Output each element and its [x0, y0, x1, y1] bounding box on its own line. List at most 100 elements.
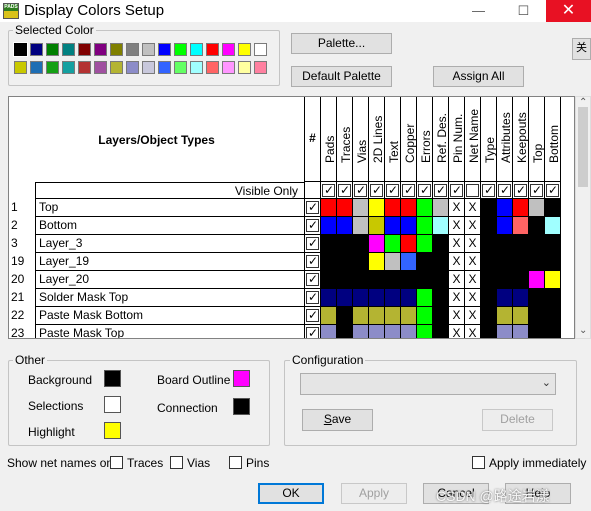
color-cell[interactable] — [337, 325, 353, 338]
visible-only-checkbox[interactable] — [498, 182, 511, 199]
color-cell[interactable] — [353, 325, 369, 338]
palette-swatch[interactable] — [238, 61, 251, 74]
highlight-color-swatch[interactable] — [104, 422, 121, 439]
vias-checkbox[interactable] — [170, 456, 183, 469]
color-cell[interactable] — [321, 217, 337, 235]
visible-only-checkbox[interactable] — [418, 182, 431, 199]
color-cell[interactable] — [513, 199, 529, 217]
color-cell[interactable] — [369, 289, 385, 307]
scroll-thumb[interactable] — [578, 107, 588, 187]
color-cell[interactable] — [529, 325, 545, 338]
color-cell[interactable] — [417, 253, 433, 271]
color-cell[interactable] — [481, 325, 497, 338]
palette-swatch[interactable] — [62, 61, 75, 74]
layer-name[interactable]: Paste Mask Top — [35, 325, 305, 338]
column-header[interactable]: Attributes — [497, 97, 513, 182]
color-cell[interactable] — [321, 235, 337, 253]
layer-name[interactable]: Layer_19 — [35, 253, 305, 271]
palette-swatch[interactable] — [110, 43, 123, 56]
color-cell[interactable]: X — [465, 235, 481, 253]
color-cell[interactable] — [385, 253, 401, 271]
color-cell[interactable]: X — [465, 325, 481, 338]
palette-swatch[interactable] — [254, 61, 267, 74]
color-cell[interactable] — [321, 289, 337, 307]
column-header[interactable]: Traces — [337, 97, 353, 182]
background-color-swatch[interactable] — [104, 370, 121, 387]
color-cell[interactable] — [433, 307, 449, 325]
color-cell[interactable] — [353, 307, 369, 325]
palette-swatch[interactable] — [94, 43, 107, 56]
palette-swatch[interactable] — [46, 61, 59, 74]
color-cell[interactable] — [369, 271, 385, 289]
color-cell[interactable] — [529, 289, 545, 307]
column-header[interactable]: Ref. Des. — [433, 97, 449, 182]
maximize-button[interactable]: ☐ — [501, 0, 546, 22]
color-cell[interactable]: X — [449, 289, 465, 307]
color-cell[interactable] — [513, 325, 529, 338]
minimize-button[interactable]: — — [456, 0, 501, 22]
row-visible-cell[interactable] — [305, 199, 321, 217]
color-cell[interactable]: X — [465, 289, 481, 307]
palette-swatch[interactable] — [158, 43, 171, 56]
palette-swatch[interactable] — [94, 61, 107, 74]
visible-only-checkbox[interactable] — [530, 182, 543, 199]
row-visible-cell[interactable] — [305, 307, 321, 325]
color-cell[interactable] — [337, 307, 353, 325]
palette-swatch[interactable] — [158, 61, 171, 74]
color-cell[interactable] — [417, 217, 433, 235]
color-cell[interactable] — [545, 253, 561, 271]
visible-only-checkbox[interactable] — [402, 182, 415, 199]
palette-swatch[interactable] — [78, 61, 91, 74]
color-cell[interactable] — [497, 325, 513, 338]
color-cell[interactable] — [337, 235, 353, 253]
column-header[interactable]: Keepouts — [513, 97, 529, 182]
color-cell[interactable] — [385, 235, 401, 253]
color-cell[interactable] — [481, 289, 497, 307]
delete-button[interactable]: Delete — [482, 409, 553, 431]
color-cell[interactable] — [481, 253, 497, 271]
color-cell[interactable] — [353, 271, 369, 289]
apply-immediately-checkbox[interactable] — [472, 456, 485, 469]
connection-color-swatch[interactable] — [233, 398, 250, 415]
palette-swatch[interactable] — [110, 61, 123, 74]
color-cell[interactable]: X — [465, 253, 481, 271]
color-cell[interactable] — [321, 199, 337, 217]
palette-swatch[interactable] — [13, 42, 28, 57]
color-cell[interactable] — [481, 307, 497, 325]
color-cell[interactable] — [433, 271, 449, 289]
color-cell[interactable] — [497, 289, 513, 307]
apply-button[interactable]: Apply — [341, 483, 407, 504]
palette-swatch[interactable] — [30, 43, 43, 56]
row-visible-checkbox[interactable] — [306, 199, 319, 216]
color-cell[interactable] — [529, 307, 545, 325]
row-visible-cell[interactable] — [305, 271, 321, 289]
color-cell[interactable] — [353, 199, 369, 217]
color-cell[interactable] — [481, 271, 497, 289]
color-cell[interactable] — [529, 271, 545, 289]
row-visible-checkbox[interactable] — [306, 307, 319, 324]
visible-only-checkbox[interactable] — [354, 182, 367, 199]
color-cell[interactable] — [497, 271, 513, 289]
row-visible-cell[interactable] — [305, 253, 321, 271]
row-visible-checkbox[interactable] — [306, 253, 319, 270]
color-cell[interactable] — [497, 217, 513, 235]
visible-only-cell[interactable] — [481, 182, 497, 199]
column-header[interactable]: Pin Num. — [449, 97, 465, 182]
color-cell[interactable] — [369, 253, 385, 271]
default-palette-button[interactable]: Default Palette — [291, 66, 392, 87]
color-cell[interactable] — [513, 289, 529, 307]
color-cell[interactable] — [545, 235, 561, 253]
palette-swatch[interactable] — [142, 61, 155, 74]
color-cell[interactable] — [401, 199, 417, 217]
color-cell[interactable] — [385, 325, 401, 338]
color-cell[interactable] — [417, 199, 433, 217]
visible-only-checkbox[interactable] — [482, 182, 495, 199]
palette-swatch[interactable] — [174, 61, 187, 74]
column-header[interactable]: Net Name — [465, 97, 481, 182]
palette-swatch[interactable] — [78, 43, 91, 56]
column-header[interactable]: Type — [481, 97, 497, 182]
save-button[interactable]: Save — [302, 409, 373, 431]
row-visible-checkbox[interactable] — [306, 235, 319, 252]
layer-name[interactable]: Solder Mask Top — [35, 289, 305, 307]
visible-only-checkbox[interactable] — [450, 182, 463, 199]
